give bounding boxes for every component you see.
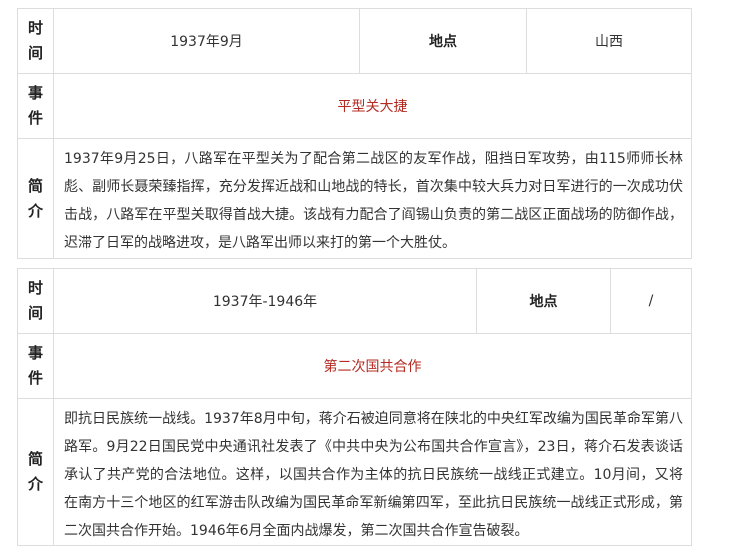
- event-description: 1937年9月25日，八路军在平型关为了配合第二战区的友军作战，阻挡日军攻势，由…: [64, 151, 683, 251]
- time-row: 时间 1937年9月 地点 山西: [18, 9, 691, 74]
- event-card-pingxingguan: 时间 1937年9月 地点 山西 事件 平型关大捷 简介 1937年9月25日，…: [17, 8, 692, 259]
- intro-label: 简介: [18, 399, 54, 545]
- event-name: 第二次国共合作: [323, 359, 422, 375]
- event-description: 即抗日民族统一战线。1937年8月中旬，蒋介石被迫同意将在陕北的中央红军改编为国…: [64, 411, 683, 539]
- event-card-second-united-front: 时间 1937年-1946年 地点 / 事件 第二次国共合作 简介 即抗日民族统…: [17, 268, 692, 546]
- time-value: 1937年9月: [54, 9, 360, 73]
- place-label: 地点: [360, 9, 527, 73]
- time-row: 时间 1937年-1946年 地点 /: [18, 269, 691, 334]
- intro-row: 简介 1937年9月25日，八路军在平型关为了配合第二战区的友军作战，阻挡日军攻…: [18, 139, 691, 258]
- intro-row: 简介 即抗日民族统一战线。1937年8月中旬，蒋介石被迫同意将在陕北的中央红军改…: [18, 399, 691, 545]
- place-value: /: [648, 293, 654, 309]
- place-label: 地点: [477, 269, 611, 333]
- event-name: 平型关大捷: [337, 99, 408, 115]
- event-label: 事件: [18, 334, 54, 398]
- time-label: 时间: [18, 9, 54, 73]
- place-value: 山西: [595, 34, 623, 50]
- event-row: 事件 第二次国共合作: [18, 334, 691, 399]
- time-value: 1937年-1946年: [54, 269, 477, 333]
- time-label: 时间: [18, 269, 54, 333]
- event-label: 事件: [18, 74, 54, 138]
- intro-label: 简介: [18, 139, 54, 258]
- event-row: 事件 平型关大捷: [18, 74, 691, 139]
